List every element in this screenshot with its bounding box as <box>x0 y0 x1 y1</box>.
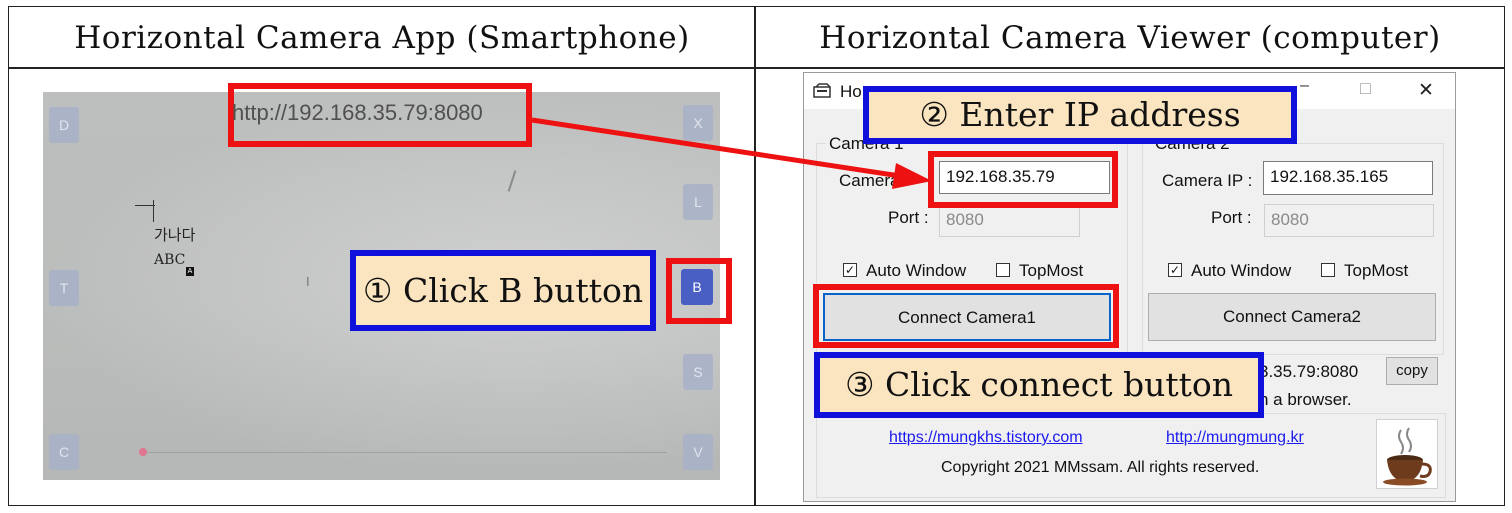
arrow-overlay <box>531 117 932 189</box>
connector-arrow-line <box>531 117 901 179</box>
connector-arrow-head <box>892 163 932 189</box>
